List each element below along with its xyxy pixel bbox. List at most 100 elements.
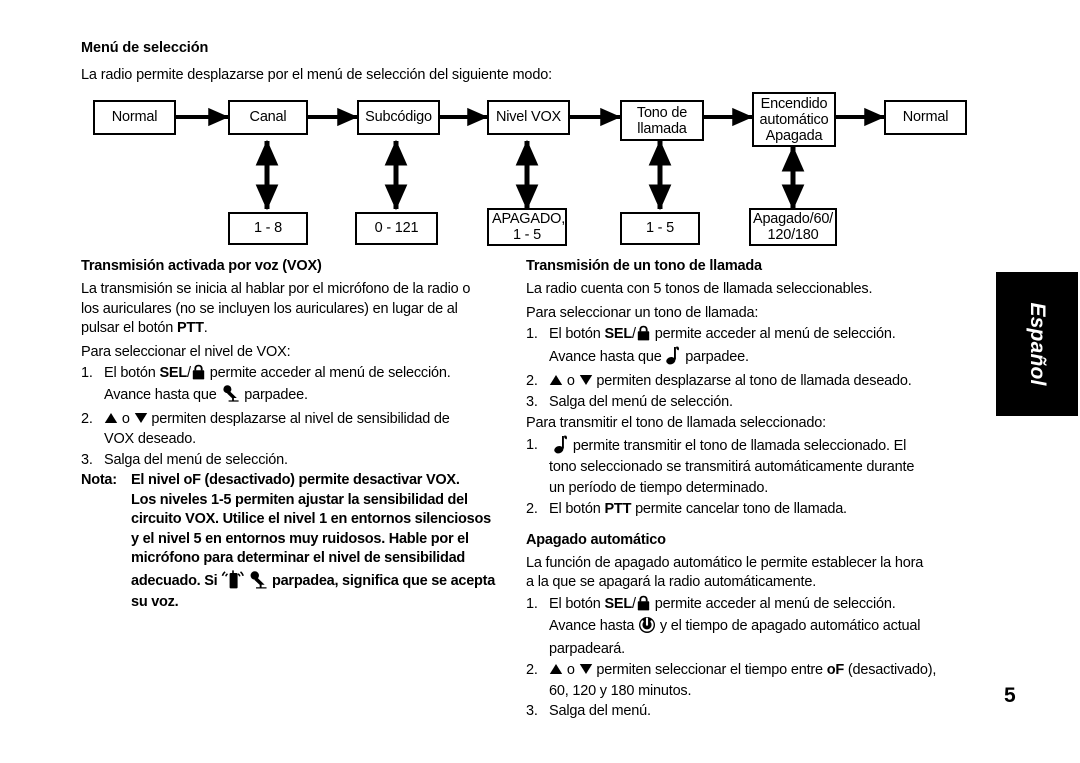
auto-off-step-1-post: permite acceder al menú de selección. — [650, 595, 896, 612]
flow-box-tono-de-llamada: Tono de llamada — [620, 100, 704, 141]
document-page: Menú de selección La radio permite despl… — [0, 0, 1080, 763]
vox-step-2-mid: o — [118, 410, 134, 427]
down-triangle-icon — [579, 373, 593, 393]
radio-transmit-icon — [221, 569, 247, 589]
vox-steps-list: 1. El botón SEL/ permite acceder al menú… — [81, 364, 501, 470]
flow-box-label-line2: 1 - 5 — [512, 227, 541, 243]
note-line-6-post: parpadea, significa que se acepta — [268, 572, 496, 589]
call-tone-transmit-step-1-line2: tono seleccionado se transmitirá automát… — [549, 459, 915, 475]
auto-off-step-1-pre: El botón — [549, 595, 605, 612]
auto-off-step-2: 2. o permiten seleccionar el tiempo entr… — [526, 661, 991, 701]
auto-off-step-2-mid: o — [563, 662, 579, 678]
flow-box-vox-range: APAGADO, 1 - 5 — [487, 208, 567, 246]
flow-box-label: 1 - 8 — [253, 220, 282, 237]
auto-off-section-title: Apagado automático — [526, 531, 666, 548]
note-line-3: circuito VOX. Utilice el nivel 1 en ento… — [131, 511, 491, 527]
flow-box-label-line2: automático — [759, 111, 829, 128]
flow-box-label: Subcódigo — [365, 109, 432, 126]
auto-off-paragraph-1-line2: a la que se apagará la radio automáticam… — [526, 574, 817, 590]
step-number: 2. — [81, 410, 93, 427]
vox-step-1-post: permite acceder al menú de selección. — [205, 365, 451, 381]
flow-box-label-line1: Apagado/60/ — [752, 211, 834, 227]
vox-step-3-text: Salga del menú de selección. — [104, 451, 288, 468]
vox-step-1: 1. El botón SEL/ permite acceder al menú… — [81, 364, 501, 384]
microphone-icon — [220, 384, 240, 402]
flow-box-normal-start: Normal — [93, 100, 176, 135]
flow-box-label-line2: llamada — [637, 120, 687, 137]
flow-box-label-line1: Encendido — [760, 95, 828, 112]
sel-label: SEL — [604, 595, 633, 612]
language-tab-label: Español — [1026, 302, 1049, 386]
vox-paragraph-1-line3-post: . — [203, 320, 208, 336]
note-label: Nota: — [81, 472, 117, 488]
flow-box-label: Normal — [902, 109, 949, 126]
vox-step-1-sub-post: parpadee. — [240, 386, 308, 403]
vox-step-1-sub-pre: Avance hasta que — [104, 386, 221, 403]
call-tone-transmit-step-1-line3: un período de tiempo determinado. — [549, 480, 769, 496]
vox-step-1-pre: El botón — [104, 365, 160, 381]
flow-box-encendido-automatico: Encendido automático Apagada — [752, 92, 836, 147]
down-triangle-icon — [134, 411, 148, 431]
step-number: 3. — [526, 703, 538, 719]
note-line-6-pre: adecuado. Si — [131, 572, 222, 589]
call-tone-step-3: 3. Salga del menú de selección. — [526, 393, 991, 413]
call-tone-step-2: 2. o permiten desplazarse al tono de lla… — [526, 372, 991, 393]
vox-step-2-post: permiten desplazarse al nivel de sensibi… — [147, 410, 450, 427]
vox-paragraph-2: Para seleccionar el nivel de VOX: — [81, 343, 291, 360]
ptt-label: PTT — [604, 501, 632, 517]
auto-off-paragraph-1-line1: La función de apagado automático le perm… — [526, 554, 924, 571]
down-triangle-icon — [579, 662, 593, 682]
language-side-tab: Español — [996, 272, 1078, 416]
step-number: 1. — [526, 595, 538, 612]
step-number: 2. — [526, 372, 538, 389]
flow-box-label: Nivel VOX — [495, 109, 562, 126]
note-line-4: y el nivel 5 en entornos muy ruidosos. H… — [131, 530, 469, 547]
call-tone-transmit-step-1: 1. permite transmitir el tono de llamada… — [526, 435, 991, 499]
call-tone-transmit-step-1-post: permite transmitir el tono de llamada se… — [569, 438, 907, 454]
auto-off-step-2-line2: 60, 120 y 180 minutos. — [549, 682, 692, 699]
vox-paragraph-1: La transmisión se inicia al hablar por e… — [81, 280, 501, 339]
step-number: 3. — [81, 451, 93, 468]
right-column: Transmisión de un tono de llamada La rad… — [526, 258, 991, 723]
flow-box-apagado-range: Apagado/60/ 120/180 — [749, 208, 837, 246]
call-tone-step-3-text: Salga del menú de selección. — [549, 394, 733, 410]
step-number: 1. — [526, 326, 538, 342]
vox-paragraph-1-line3-pre: pulsar el botón — [81, 320, 177, 336]
step-number: 1. — [81, 365, 93, 381]
flow-box-subcodigo-range: 0 - 121 — [355, 212, 438, 245]
vox-note-block: Nota: El nivel oF (desactivado) permite … — [81, 471, 501, 612]
flow-box-canal-range: 1 - 8 — [228, 212, 308, 245]
auto-off-step-1-sub: Avance hasta y el tiempo de apagado auto… — [526, 615, 991, 661]
call-tone-paragraph-2: Para seleccionar un tono de llamada: — [526, 304, 759, 321]
note-line-1: El nivel oF (desactivado) permite desact… — [131, 472, 460, 488]
vox-step-3: 3. Salga del menú de selección. — [81, 451, 501, 471]
call-tone-transmit-step-2-pre: El botón — [549, 501, 605, 517]
menu-flow-diagram: Normal Canal Subcódigo Nivel VOX Tono de… — [0, 0, 1080, 260]
flow-box-label: Canal — [249, 109, 287, 126]
lock-icon — [636, 325, 651, 341]
auto-off-step-1-sub-post: y el tiempo de apagado automático actual — [656, 618, 921, 634]
up-triangle-icon — [549, 662, 563, 682]
call-tone-paragraph-3: Para transmitir el tono de llamada selec… — [526, 414, 826, 431]
up-triangle-icon — [549, 373, 563, 393]
step-number: 3. — [526, 394, 538, 410]
note-line-5: micrófono para determinar el nivel de se… — [131, 550, 465, 566]
vox-step-1-sub: Avance hasta que parpadee. — [81, 384, 501, 406]
auto-off-step-3-text: Salga del menú. — [549, 703, 651, 719]
auto-off-step-3: 3. Salga del menú. — [526, 702, 991, 722]
flow-box-tono-range: 1 - 5 — [620, 212, 700, 245]
flow-box-label: 1 - 5 — [645, 220, 674, 237]
call-tone-transmit-steps: 1. permite transmitir el tono de llamada… — [526, 435, 991, 520]
auto-off-step-2-post-end: (desactivado), — [844, 662, 937, 678]
flow-box-nivel-vox: Nivel VOX — [487, 100, 570, 135]
lock-icon — [191, 364, 206, 380]
call-tone-step-1-sub: Avance hasta que parpadee. — [526, 346, 991, 368]
flow-box-subcodigo: Subcódigo — [357, 100, 440, 135]
sel-label: SEL — [159, 365, 188, 381]
call-tone-step-1-post: permite acceder al menú de selección. — [650, 326, 896, 342]
left-column: Transmisión activada por voz (VOX) La tr… — [81, 258, 501, 612]
step-number: 2. — [526, 501, 538, 517]
flow-box-normal-end: Normal — [884, 100, 967, 135]
auto-off-paragraph-1: La función de apagado automático le perm… — [526, 554, 991, 593]
flow-box-label-line1: APAGADO, — [491, 211, 566, 227]
